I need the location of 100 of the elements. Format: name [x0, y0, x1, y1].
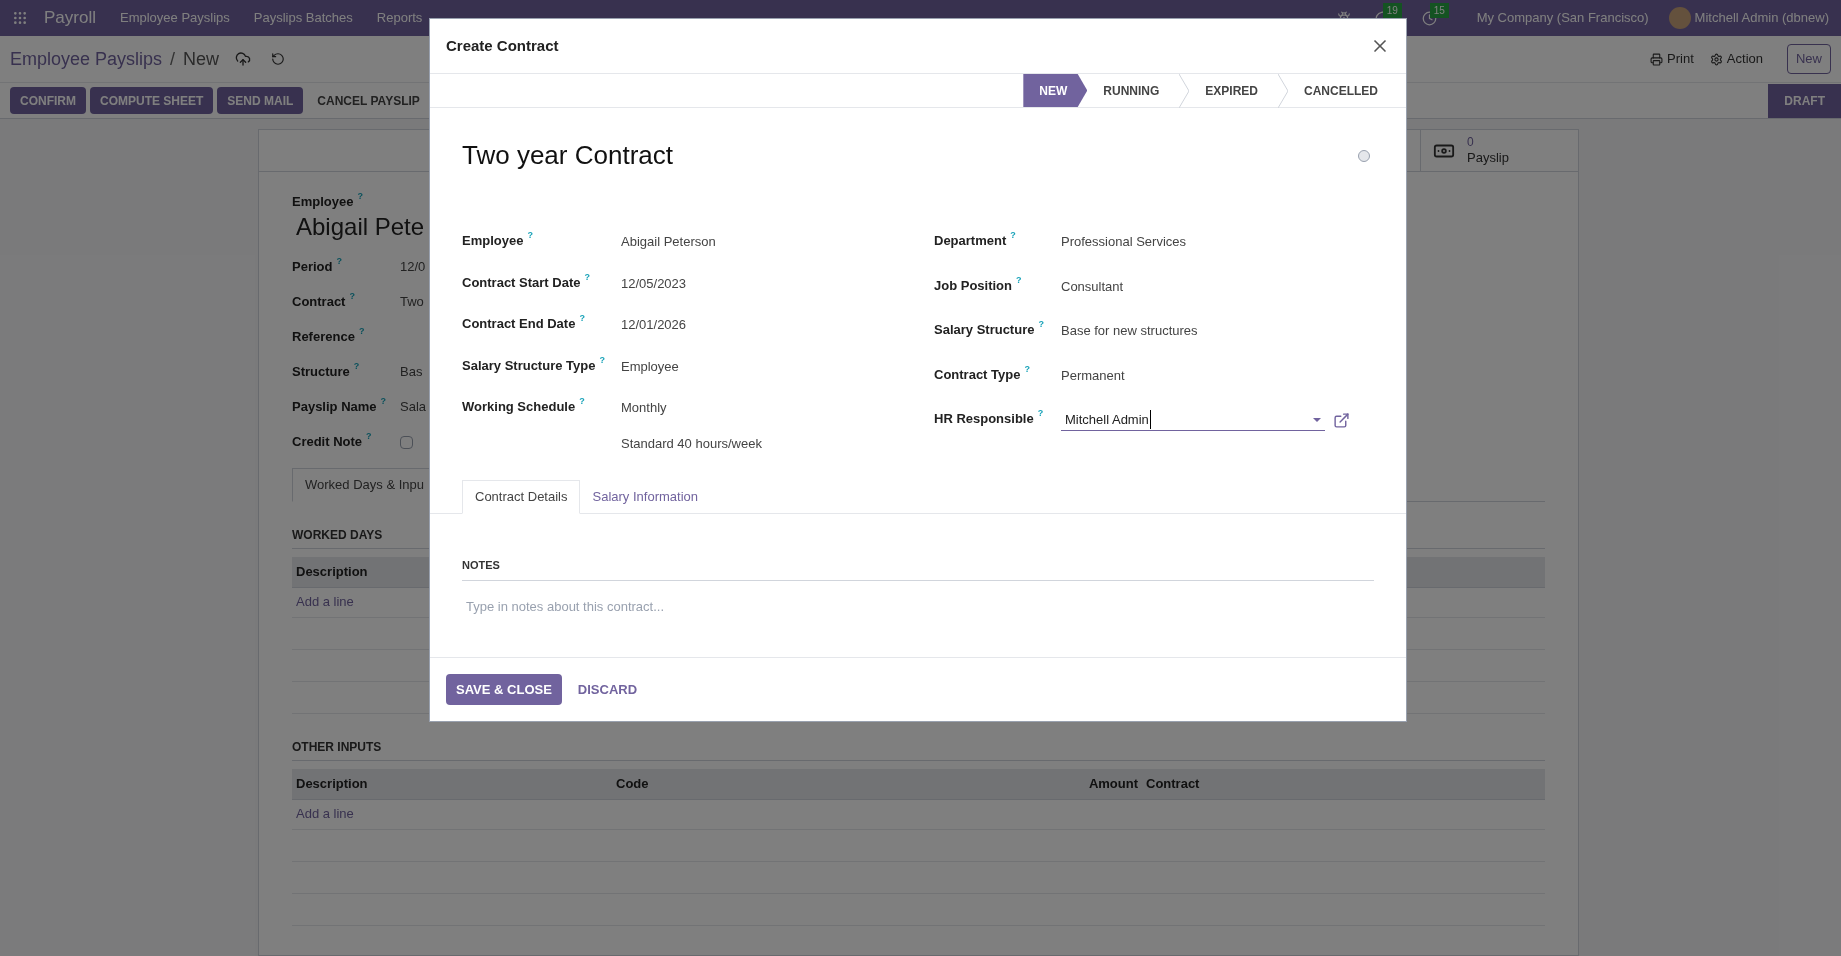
field-value: Consultant: [1061, 277, 1124, 296]
form-tab[interactable]: Contract Details: [462, 480, 581, 514]
status-stage[interactable]: CANCELLED: [1288, 74, 1398, 107]
field-label: Reference: [292, 328, 355, 347]
action-button[interactable]: SEND MAIL: [217, 87, 304, 114]
help-mark[interactable]: ?: [380, 397, 387, 407]
notes-field[interactable]: Type in notes about this contract...: [462, 597, 1374, 617]
print-menu[interactable]: Print: [1667, 49, 1694, 69]
add-line-link[interactable]: Add a line: [296, 592, 354, 612]
field-label: Employee: [292, 193, 354, 211]
hr-responsible-field[interactable]: Mitchell Admin: [1061, 409, 1325, 431]
breadcrumb-separator: /: [170, 47, 176, 71]
breadcrumb-link[interactable]: Employee Payslips: [10, 45, 163, 73]
chat-count-badge: 19: [1382, 2, 1402, 18]
column-header[interactable]: Code: [612, 773, 1032, 794]
field-label: Structure: [292, 363, 350, 382]
print-icon[interactable]: [1650, 52, 1664, 66]
field-value: Employee: [621, 357, 679, 376]
menu-item[interactable]: Payslips Batches: [253, 8, 353, 28]
stage-divider-icon: [1278, 74, 1288, 108]
field-value: Two: [400, 293, 424, 312]
column-header[interactable]: Description: [292, 773, 612, 794]
help-mark[interactable]: ?: [527, 231, 533, 240]
field-value: Permanent: [1061, 366, 1125, 385]
column-header[interactable]: Contract: [1142, 773, 1545, 794]
field-value: Standard 40 hours/week: [621, 434, 762, 453]
field-label: Contract End Date: [462, 315, 576, 333]
action-button[interactable]: COMPUTE SHEET: [90, 87, 214, 114]
help-mark[interactable]: ?: [1038, 320, 1044, 329]
field-label: Job Position: [934, 276, 1012, 295]
menu-item[interactable]: Employee Payslips: [119, 8, 230, 28]
field-value: Monthly: [621, 399, 668, 417]
section-title: OTHER INPUTS: [292, 737, 1545, 761]
help-mark[interactable]: ?: [353, 362, 360, 372]
caret-icon[interactable]: [1313, 417, 1321, 422]
status-badge: DRAFT: [1768, 83, 1841, 118]
user-menu[interactable]: Mitchell Admin (dbnew): [1694, 8, 1829, 28]
save-close-button[interactable]: SAVE & CLOSE: [446, 674, 562, 705]
add-line-link[interactable]: Add a line: [296, 804, 354, 824]
field-value: 12/01/2026: [621, 316, 687, 334]
field-value: Professional Services: [1061, 233, 1186, 251]
employee-name: Abigail Pete: [296, 211, 425, 242]
discard-icon[interactable]: [271, 52, 286, 66]
menu-item[interactable]: Reports: [376, 8, 423, 28]
field-label: HR Responsible: [934, 410, 1034, 428]
dialog-title: Create Contract: [446, 35, 559, 56]
payslip-stat-button[interactable]: 0 Payslip: [1420, 130, 1578, 171]
field-label: Credit Note: [292, 433, 363, 452]
help-mark[interactable]: ?: [336, 257, 342, 267]
status-stage[interactable]: RUNNING: [1087, 74, 1180, 107]
help-mark[interactable]: ?: [579, 314, 585, 323]
field-label: Salary Structure Type: [462, 356, 596, 375]
help-mark[interactable]: ?: [349, 292, 355, 302]
app-name[interactable]: Payroll: [44, 5, 96, 31]
field-label: Period: [292, 258, 333, 277]
field-label: Payslip Name: [292, 398, 377, 417]
help-mark[interactable]: ?: [1016, 275, 1022, 285]
status-stage[interactable]: NEW: [1023, 74, 1088, 107]
help-mark[interactable]: ?: [357, 192, 363, 201]
help-mark[interactable]: ?: [599, 355, 605, 365]
breadcrumb-current: New: [183, 47, 220, 71]
field-label: Contract Start Date: [462, 273, 581, 292]
notes-title: NOTES: [462, 559, 500, 571]
company-switcher[interactable]: My Company (San Francisco): [1476, 8, 1649, 28]
credit-note-checkbox[interactable]: [400, 435, 413, 449]
activity-count-badge: 15: [1429, 2, 1449, 18]
column-header[interactable]: Amount: [1032, 773, 1142, 794]
field-value: Abigail Peterson: [621, 233, 716, 251]
discard-button[interactable]: DISCARD: [573, 674, 642, 705]
field-label: Department: [934, 232, 1007, 250]
field-label: Employee: [462, 232, 524, 250]
help-mark[interactable]: ?: [358, 327, 365, 337]
apps-menu-icon[interactable]: [12, 10, 28, 26]
field-value: 12/05/2023: [621, 274, 687, 293]
stat-label: Payslip: [1467, 149, 1509, 167]
field-label: Contract Type: [934, 365, 1021, 384]
help-mark[interactable]: ?: [1010, 231, 1016, 240]
help-mark[interactable]: ?: [1024, 364, 1030, 374]
field-label: Salary Structure: [934, 321, 1035, 339]
help-mark[interactable]: ?: [584, 272, 590, 282]
save-icon[interactable]: [235, 51, 252, 67]
settings-icon[interactable]: [1709, 52, 1723, 66]
status-stage[interactable]: EXPIRED: [1189, 74, 1278, 107]
cancel-payslip-button[interactable]: CANCEL PAYSLIP: [307, 87, 430, 114]
help-mark[interactable]: ?: [1037, 409, 1044, 418]
help-mark[interactable]: ?: [579, 397, 585, 406]
new-button[interactable]: New: [1787, 44, 1831, 74]
contract-name: Two year Contract: [462, 139, 673, 172]
field-label: Contract: [292, 293, 346, 312]
help-mark[interactable]: ?: [366, 432, 372, 442]
action-menu[interactable]: Action: [1726, 49, 1763, 69]
field-value: Sala: [400, 398, 427, 417]
stat-value: 0: [1467, 134, 1475, 150]
stage-divider-icon: [1179, 74, 1190, 108]
external-link-icon[interactable]: [1333, 411, 1350, 429]
field-value: Bas: [400, 363, 423, 382]
form-tab[interactable]: Salary Information: [580, 480, 710, 514]
action-button[interactable]: CONFIRM: [10, 87, 86, 114]
field-value: Base for new structures: [1061, 322, 1198, 340]
field-label: Working Schedule: [462, 398, 576, 416]
